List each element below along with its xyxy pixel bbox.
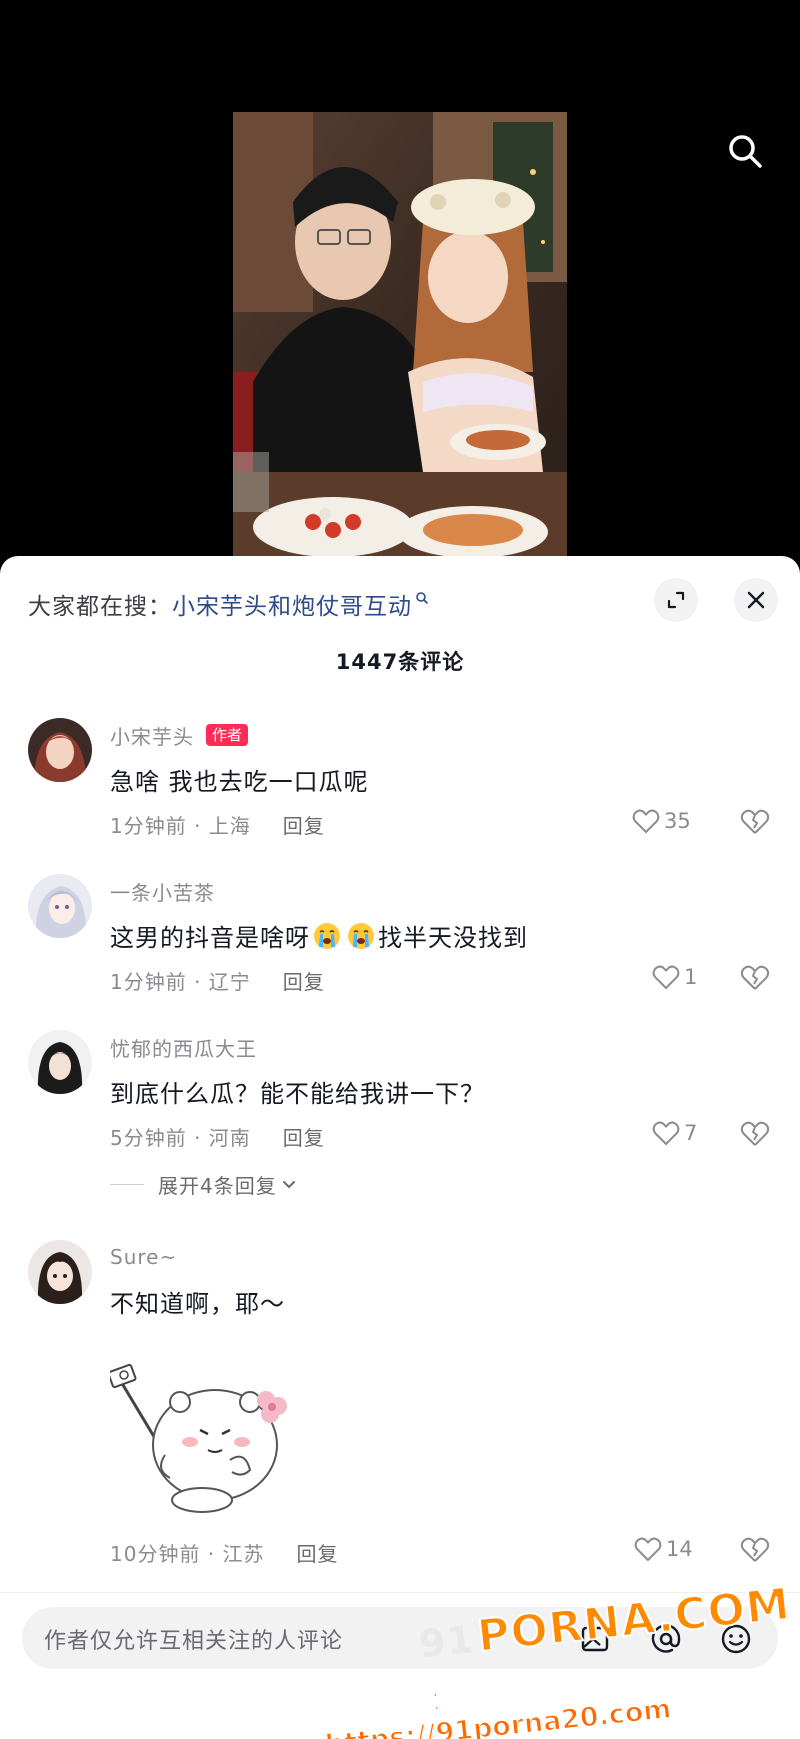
chevron-down-icon	[282, 1180, 295, 1188]
expand-replies-button[interactable]: 展开4条回复	[110, 1170, 297, 1199]
reply-button[interactable]: 回复	[283, 810, 325, 839]
comment-meta: 1分钟前 · 辽宁 回复	[110, 966, 325, 995]
cute-bear-selfie-sticker	[107, 1363, 287, 1513]
comment-count: 1447条评论	[335, 650, 465, 674]
expand-icon	[667, 591, 685, 609]
time-location: 10分钟前 · 江苏	[110, 1542, 265, 1566]
dislike-button[interactable]	[740, 808, 770, 838]
like-button[interactable]: 35	[632, 808, 691, 834]
heart-icon	[652, 965, 680, 990]
close-icon	[747, 591, 765, 609]
reply-button[interactable]: 回复	[283, 1122, 325, 1151]
video-image	[233, 112, 567, 556]
comment-meta: 10分钟前 · 江苏 回复	[110, 1538, 339, 1567]
like-count: 14	[666, 1537, 693, 1561]
comment-text: 这男的抖音是啥呀 找半天没找到	[110, 918, 528, 953]
dislike-button[interactable]	[740, 1536, 770, 1566]
comment-item: 一条小苦茶 这男的抖音是啥呀 找半天没找到 1分钟前 · 辽宁 回复 1	[0, 874, 800, 1014]
username[interactable]: 一条小苦茶	[110, 877, 215, 906]
broken-heart-icon	[740, 965, 770, 990]
broken-heart-icon	[740, 1537, 770, 1562]
like-button[interactable]: 1	[652, 964, 697, 990]
username[interactable]: 小宋芋头	[110, 721, 194, 750]
time-location: 1分钟前 · 辽宁	[110, 970, 251, 994]
heart-icon	[632, 809, 660, 834]
username-row: 一条小苦茶	[110, 876, 215, 906]
comment-meta: 5分钟前 · 河南 回复	[110, 1122, 325, 1151]
video-player[interactable]	[0, 0, 800, 560]
like-count: 1	[684, 965, 698, 989]
comment-text: 急啥 我也去吃一口瓜呢	[110, 768, 369, 796]
like-count: 7	[684, 1121, 698, 1145]
like-count: 35	[664, 809, 691, 833]
hot-search-prefix: 大家都在搜：	[28, 594, 172, 620]
comment-text: 不知道啊，耶～	[110, 1290, 285, 1318]
divider	[110, 1184, 144, 1185]
expand-replies-label: 展开4条回复	[158, 1174, 277, 1198]
hot-search-icon	[415, 591, 429, 609]
dislike-button[interactable]	[740, 964, 770, 994]
comment-text-part: 找半天没找到	[378, 924, 528, 952]
comment-item: Sure~ 不知道啊，耶～ 10分钟前 · 江苏 回复 14	[0, 1240, 800, 1620]
loudly-crying-face-icon	[314, 922, 340, 949]
search-icon	[729, 135, 762, 168]
username[interactable]: 忧郁的西瓜大王	[110, 1033, 257, 1062]
broken-heart-icon	[740, 809, 770, 834]
video-thumbnail[interactable]	[233, 112, 567, 556]
time-location: 5分钟前 · 河南	[110, 1126, 251, 1150]
avatar[interactable]	[28, 1240, 92, 1304]
heart-icon	[652, 1121, 680, 1146]
sticker-image[interactable]	[107, 1360, 290, 1520]
close-button[interactable]	[734, 578, 778, 622]
hot-search-bar[interactable]: 大家都在搜： 小宋芋头和炮仗哥互动	[28, 584, 429, 624]
comment-item: 小宋芋头 作者 急啥 我也去吃一口瓜呢 1分钟前 · 上海 回复 35	[0, 718, 800, 858]
avatar[interactable]	[28, 874, 92, 938]
watermark-logo-prefix: 91	[416, 1616, 477, 1667]
reply-button[interactable]: 回复	[297, 1538, 339, 1567]
author-badge: 作者	[206, 724, 249, 746]
loudly-crying-face-icon	[348, 922, 374, 949]
like-button[interactable]: 7	[652, 1120, 697, 1146]
sheet-header: 大家都在搜： 小宋芋头和炮仗哥互动	[0, 556, 800, 646]
input-placeholder: 作者仅允许互相关注的人评论	[44, 1629, 344, 1654]
dislike-button[interactable]	[740, 1120, 770, 1150]
hot-search-link[interactable]: 小宋芋头和炮仗哥互动	[172, 587, 412, 621]
username-row: Sure~	[110, 1242, 177, 1272]
time-location: 1分钟前 · 上海	[110, 814, 251, 838]
like-button[interactable]: 14	[634, 1536, 693, 1562]
comment-item: 忧郁的西瓜大王 到底什么瓜？能不能给我讲一下？ 5分钟前 · 河南 回复 7 展…	[0, 1030, 800, 1220]
heart-icon	[634, 1537, 662, 1562]
comment-sheet: 大家都在搜： 小宋芋头和炮仗哥互动 1447条评论 小宋芋头 作者 急啥 我也去…	[0, 556, 800, 1739]
expand-sheet-button[interactable]	[654, 578, 698, 622]
username-row: 忧郁的西瓜大王	[110, 1032, 257, 1062]
search-button[interactable]	[722, 128, 768, 174]
avatar[interactable]	[28, 718, 92, 782]
broken-heart-icon	[740, 1121, 770, 1146]
comment-meta: 1分钟前 · 上海 回复	[110, 810, 325, 839]
username-row: 小宋芋头 作者	[110, 720, 249, 750]
reply-button[interactable]: 回复	[283, 966, 325, 995]
comment-text-part: 这男的抖音是啥呀	[110, 924, 310, 952]
comment-text: 到底什么瓜？能不能给我讲一下？	[110, 1080, 485, 1108]
avatar[interactable]	[28, 1030, 92, 1094]
username[interactable]: Sure~	[110, 1245, 177, 1269]
